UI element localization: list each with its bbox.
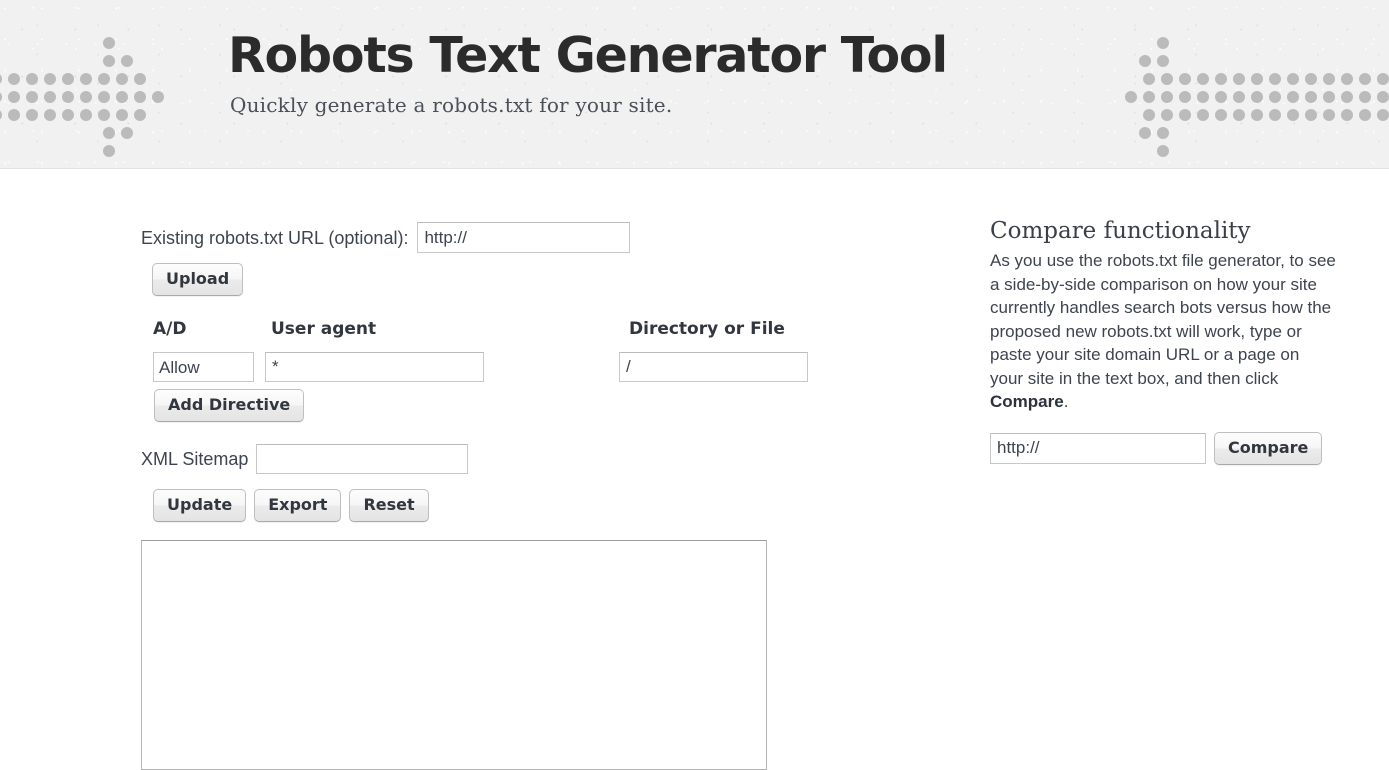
ad-select[interactable]: Allow Disallow: [153, 352, 254, 382]
column-header-directory: Directory or File: [629, 319, 785, 339]
existing-url-input[interactable]: [417, 222, 631, 253]
existing-url-row: Existing robots.txt URL (optional):: [141, 169, 971, 253]
robots-output-textarea[interactable]: [141, 540, 767, 770]
header-text-block: Robots Text Generator Tool Quickly gener…: [228, 26, 948, 118]
directive-table-headers: A/D User agent Directory or File: [153, 319, 953, 345]
compare-description-part2: .: [1063, 392, 1069, 411]
sitemap-row: XML Sitemap: [141, 444, 971, 474]
compare-input-row: Compare: [990, 431, 1336, 465]
robots-form: Existing robots.txt URL (optional): Uplo…: [141, 169, 971, 770]
sitemap-label: XML Sitemap: [141, 448, 249, 469]
reset-button[interactable]: Reset: [349, 489, 429, 522]
dotted-arrow-left-icon: [1109, 0, 1389, 168]
compare-url-input[interactable]: [990, 432, 1206, 464]
export-button[interactable]: Export: [254, 489, 342, 522]
sitemap-input[interactable]: [256, 444, 469, 474]
directory-input[interactable]: [619, 352, 808, 382]
action-buttons: Update Export Reset: [153, 489, 971, 522]
compare-description-emphasis: Compare: [990, 392, 1064, 411]
user-agent-input[interactable]: [265, 352, 484, 382]
main-content: Existing robots.txt URL (optional): Uplo…: [0, 169, 1389, 770]
compare-panel-description: As you use the robots.txt file generator…: [990, 249, 1336, 414]
page-subtitle: Quickly generate a robots.txt for your s…: [230, 93, 673, 117]
upload-button[interactable]: Upload: [152, 263, 244, 296]
add-directive-button[interactable]: Add Directive: [154, 389, 305, 422]
update-button[interactable]: Update: [153, 489, 247, 522]
page-title: Robots Text Generator Tool: [228, 27, 948, 84]
existing-url-label: Existing robots.txt URL (optional):: [141, 227, 409, 248]
dotted-arrow-right-icon: [0, 0, 200, 168]
compare-panel-title: Compare functionality: [990, 218, 1251, 244]
directive-row: Allow Disallow: [153, 352, 953, 384]
compare-description-part1: As you use the robots.txt file generator…: [990, 251, 1336, 388]
directive-table: A/D User agent Directory or File Allow D…: [153, 319, 953, 422]
column-header-user-agent: User agent: [271, 319, 377, 339]
compare-button[interactable]: Compare: [1214, 431, 1323, 465]
compare-panel: Compare functionality As you use the rob…: [990, 169, 1336, 465]
column-header-ad: A/D: [153, 319, 187, 339]
site-header: Robots Text Generator Tool Quickly gener…: [0, 0, 1389, 169]
